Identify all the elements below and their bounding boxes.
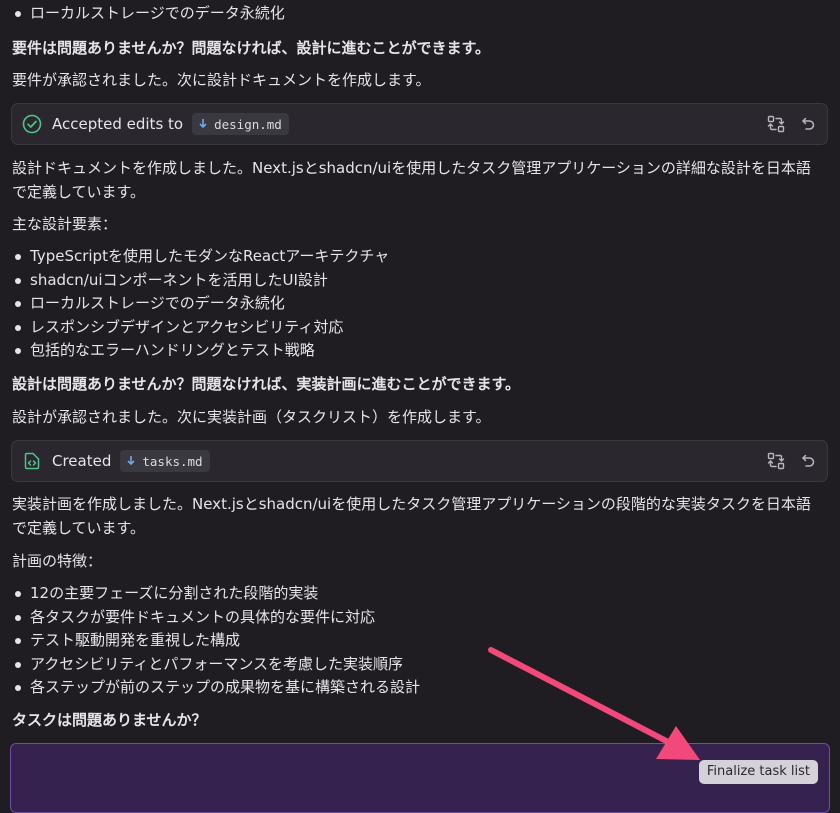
- tasks-question: タスクは問題ありませんか？: [12, 711, 207, 729]
- list-item: 12の主要フェーズに分割された段階的実装: [12, 582, 420, 606]
- file-chip-design[interactable]: design.md: [192, 113, 289, 135]
- chat-input-area[interactable]: Finalize task list: [10, 743, 830, 813]
- design-summary: 設計ドキュメントを作成しました。Next.jsとshadcn/uiを使用したタス…: [12, 159, 811, 201]
- compare-changes-icon[interactable]: [766, 114, 786, 134]
- requirements-approved-text: 要件が承認されました。次に設計ドキュメントを作成します。: [12, 71, 431, 89]
- file-name: design.md: [214, 116, 282, 132]
- design-elements-heading: 主な設計要素：: [12, 215, 118, 233]
- requirements-question: 要件は問題ありませんか？問題なければ、設計に進むことができます。: [12, 39, 491, 57]
- undo-icon[interactable]: [799, 452, 817, 470]
- undo-icon[interactable]: [799, 115, 817, 133]
- list-item: 包括的なエラーハンドリングとテスト戦略: [12, 339, 389, 363]
- markdown-file-icon: [126, 455, 136, 467]
- card-label: Accepted edits to: [52, 115, 184, 133]
- file-code-icon: [21, 450, 43, 472]
- list-item: テスト駆動開発を重視した構成: [12, 629, 420, 653]
- tasks-features-heading: 計画の特徴：: [12, 552, 103, 570]
- list-item: 各タスクが要件ドキュメントの具体的な要件に対応: [12, 606, 420, 630]
- markdown-file-icon: [198, 118, 208, 130]
- file-name: tasks.md: [142, 453, 203, 469]
- requirements-bullet-list: ローカルストレージでのデータ永続化: [12, 2, 285, 26]
- design-approved-text: 設計が承認されました。次に実装計画（タスクリスト）を作成します。: [12, 408, 491, 426]
- list-item: アクセシビリティとパフォーマンスを考慮した実装順序: [12, 653, 420, 677]
- design-edit-card: Accepted edits to design.md: [11, 103, 828, 145]
- tasks-summary: 実装計画を作成しました。Next.jsとshadcn/uiを使用したタスク管理ア…: [12, 495, 811, 537]
- list-item: 各ステップが前のステップの成果物を基に構築される設計: [12, 676, 420, 700]
- tasks-bullet-list: 12の主要フェーズに分割された段階的実装 各タスクが要件ドキュメントの具体的な要…: [12, 582, 420, 700]
- file-chip-tasks[interactable]: tasks.md: [120, 450, 210, 472]
- compare-changes-icon[interactable]: [766, 451, 786, 471]
- list-item: ローカルストレージでのデータ永続化: [12, 2, 285, 26]
- card-label: Created: [52, 452, 112, 470]
- list-item: shadcn/uiコンポーネントを活用したUI設計: [12, 269, 389, 293]
- check-circle-icon: [21, 113, 43, 135]
- tasks-created-card: Created tasks.md: [11, 440, 828, 482]
- card-actions: [766, 451, 817, 471]
- finalize-task-list-button[interactable]: Finalize task list: [698, 760, 818, 784]
- list-item: ローカルストレージでのデータ永続化: [12, 292, 389, 316]
- list-item: レスポンシブデザインとアクセシビリティ対応: [12, 316, 389, 340]
- design-question: 設計は問題ありませんか？問題なければ、実装計画に進むことができます。: [12, 375, 521, 393]
- card-actions: [766, 114, 817, 134]
- list-item: TypeScriptを使用したモダンなReactアーキテクチャ: [12, 245, 389, 269]
- design-bullet-list: TypeScriptを使用したモダンなReactアーキテクチャ shadcn/u…: [12, 245, 389, 363]
